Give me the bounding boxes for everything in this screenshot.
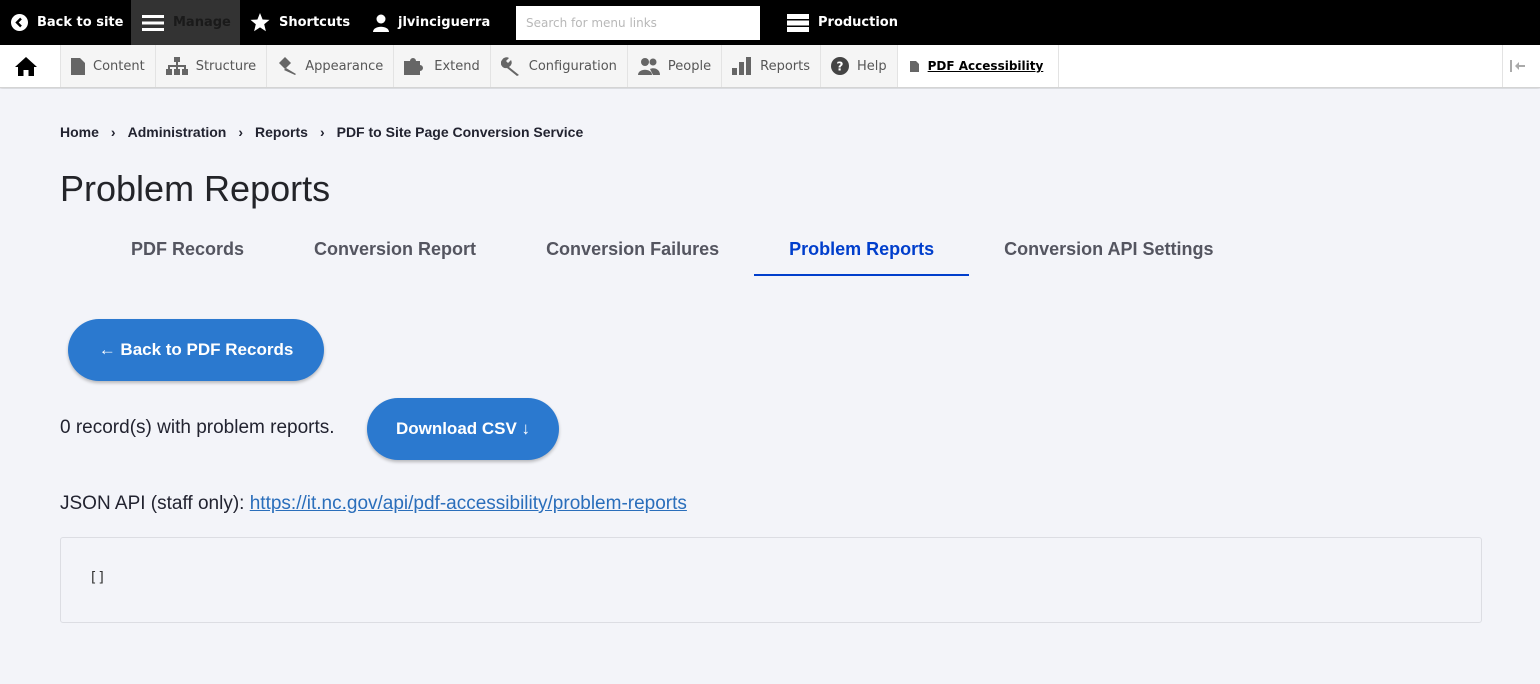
local-tabs: PDF Records Conversion Report Conversion…: [96, 229, 1249, 277]
tray-item-content[interactable]: Content: [61, 45, 156, 87]
manage-label: Manage: [173, 15, 231, 30]
back-circle-icon: [11, 14, 28, 31]
breadcrumb-separator: ›: [319, 124, 325, 140]
tray-spacer: [1058, 45, 1502, 87]
page-header: Home › Administration › Reports › PDF to…: [0, 89, 1540, 277]
back-to-site-link[interactable]: Back to site: [0, 0, 131, 45]
user-icon: [373, 14, 389, 32]
tray-item-label: Content: [93, 58, 145, 74]
hamburger-icon: [142, 14, 164, 31]
tray-item-reports[interactable]: Reports: [722, 45, 821, 87]
back-to-site-label: Back to site: [37, 15, 124, 30]
home-icon: [15, 56, 37, 76]
shortcuts-tab[interactable]: Shortcuts: [240, 0, 359, 45]
tray-item-appearance[interactable]: Appearance: [267, 45, 395, 87]
file-icon: [71, 57, 85, 75]
tab-pdf-records[interactable]: PDF Records: [96, 229, 279, 277]
tray-item-configuration[interactable]: Configuration: [490, 45, 628, 87]
tray-item-label: Configuration: [528, 58, 617, 74]
collapse-arrow-icon: [1509, 60, 1525, 72]
tray-item-label: Structure: [195, 58, 257, 74]
environment-indicator: Production: [787, 0, 910, 45]
tray-item-label: Extend: [434, 58, 480, 74]
record-count-text: 0 record(s) with problem reports.: [60, 417, 335, 438]
people-icon: [637, 58, 660, 75]
tray-item-label: PDF Accessibility: [927, 59, 1044, 73]
svg-text:?: ?: [837, 60, 844, 74]
puzzle-icon: [404, 58, 424, 75]
question-icon: ?: [831, 57, 849, 75]
json-api-line: JSON API (staff only): https://it.nc.gov…: [60, 493, 687, 515]
tray-item-extend[interactable]: Extend: [394, 45, 491, 87]
tray-item-pdf-accessibility[interactable]: PDF Accessibility: [897, 45, 1059, 87]
main-content: ← Back to PDF Records 0 record(s) with p…: [0, 276, 1540, 684]
tray-orientation-toggle[interactable]: [1502, 45, 1540, 87]
json-output-block: []: [60, 537, 1482, 623]
tray-item-label: People: [667, 58, 712, 74]
manage-tab[interactable]: Manage: [131, 0, 240, 45]
breadcrumb-home[interactable]: Home: [60, 124, 99, 140]
page-title: Problem Reports: [60, 168, 331, 209]
breadcrumb-separator: ›: [238, 124, 244, 140]
tab-conversion-report[interactable]: Conversion Report: [279, 229, 511, 277]
server-icon: [787, 13, 809, 32]
tray-item-people[interactable]: People: [627, 45, 723, 87]
breadcrumb-reports[interactable]: Reports: [255, 124, 308, 140]
admin-toolbar: Back to site Manage Shortcuts jlvincigue…: [0, 0, 1540, 45]
json-api-link[interactable]: https://it.nc.gov/api/pdf-accessibility/…: [250, 493, 687, 514]
document-icon: [909, 60, 919, 72]
wrench-icon: [500, 56, 519, 76]
sitemap-icon: [165, 57, 188, 75]
bar-chart-icon: [732, 57, 752, 75]
paintbrush-icon: [279, 57, 297, 75]
admin-menu-tray: Content Structure Appearance Extend Conf…: [0, 45, 1540, 88]
breadcrumb: Home › Administration › Reports › PDF to…: [60, 124, 583, 140]
tray-item-label: Help: [857, 58, 887, 74]
json-api-label: JSON API (staff only):: [60, 493, 250, 514]
breadcrumb-conversion-service[interactable]: PDF to Site Page Conversion Service: [337, 124, 584, 140]
tray-item-structure[interactable]: Structure: [155, 45, 268, 87]
breadcrumb-administration[interactable]: Administration: [128, 124, 227, 140]
shortcuts-label: Shortcuts: [279, 15, 351, 30]
breadcrumb-separator: ›: [110, 124, 116, 140]
tray-item-label: Appearance: [305, 58, 384, 74]
tray-item-label: Reports: [760, 58, 810, 74]
menu-search-input[interactable]: [516, 5, 760, 40]
tray-item-help[interactable]: ? Help: [821, 45, 898, 87]
back-to-pdf-records-button[interactable]: ← Back to PDF Records: [68, 319, 324, 381]
environment-label: Production: [818, 15, 898, 30]
tab-conversion-failures[interactable]: Conversion Failures: [511, 229, 754, 277]
home-link[interactable]: [0, 45, 61, 87]
download-csv-button[interactable]: Download CSV ↓: [367, 398, 559, 460]
tab-conversion-api-settings[interactable]: Conversion API Settings: [969, 229, 1248, 277]
star-icon: [250, 13, 270, 32]
user-tab[interactable]: jlvinciguerra: [359, 0, 493, 45]
tab-problem-reports[interactable]: Problem Reports: [754, 229, 970, 277]
user-label: jlvinciguerra: [398, 15, 491, 30]
